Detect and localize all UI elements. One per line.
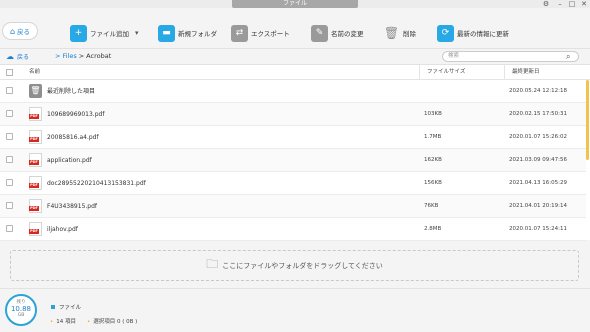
- back-label: 戻る: [17, 28, 31, 36]
- file-size: 1.7MB: [424, 134, 442, 140]
- back-button[interactable]: ⌂ 戻る: [2, 22, 38, 40]
- table-row[interactable]: PDF 109689969013.pdf 103KB 2020.02.15 17:50…: [0, 103, 586, 126]
- storage-gauge: 残り 10.88 GB: [5, 294, 37, 326]
- item-count-text: 14 項目: [56, 319, 76, 325]
- file-size: 162KB: [424, 157, 442, 163]
- refresh-icon: ⟳: [437, 24, 454, 42]
- delete-label: 削除: [403, 30, 416, 38]
- selection-count-text: 選択項目 0 ( 0B ): [93, 319, 138, 325]
- breadcrumb-root[interactable]: Files: [62, 52, 76, 60]
- row-checkbox[interactable]: [6, 87, 13, 94]
- rename-button[interactable]: ✎ 名前の変更: [311, 22, 364, 44]
- home-icon: ⌂: [9, 26, 16, 36]
- file-name: application.pdf: [47, 157, 92, 164]
- pdf-icon: PDF: [29, 153, 42, 167]
- legend-label: ファイル: [59, 305, 82, 311]
- storage-unit: GB: [17, 313, 25, 318]
- storage-value: 10.88: [10, 305, 32, 313]
- file-size: 156KB: [424, 180, 442, 186]
- file-size: 2.8MB: [424, 226, 442, 232]
- delete-button[interactable]: 🗑 削除: [383, 22, 416, 44]
- header-size[interactable]: ファイルサイズ: [427, 65, 465, 80]
- export-icon: ⇄: [231, 24, 248, 42]
- row-checkbox[interactable]: [6, 133, 13, 140]
- row-checkbox[interactable]: [6, 179, 13, 186]
- settings-icon[interactable]: ⚙: [540, 0, 552, 8]
- file-size: 76KB: [424, 203, 439, 209]
- cloud-icon: ☁: [6, 51, 14, 61]
- status-bar: [0, 288, 590, 332]
- file-name: 109689969013.pdf: [47, 111, 105, 118]
- drop-zone-text: ここにファイルやフォルダをドラッグしてください: [222, 261, 383, 270]
- table-row[interactable]: PDF iljahov.pdf 2.8MB 2020.01.07 15:24:11: [0, 218, 586, 241]
- add-file-icon: +: [70, 24, 87, 42]
- header-name[interactable]: 名前: [29, 65, 40, 80]
- nav-back-button[interactable]: ☁ 戻る: [6, 50, 29, 62]
- table-row[interactable]: PDF 20085816.a4.pdf 1.7MB 2020.01.07 15:26:…: [0, 126, 586, 149]
- nav-back-label: 戻る: [17, 53, 30, 61]
- table-row[interactable]: 🗑 最近削除した項目 2020.05.24 12:12:18: [0, 80, 586, 103]
- maximize-button[interactable]: □: [566, 0, 578, 8]
- chevron-down-icon[interactable]: ▾: [135, 29, 139, 37]
- breadcrumb-separator: >: [78, 52, 85, 60]
- column-divider: [504, 65, 505, 80]
- add-file-label: ファイル追加: [90, 30, 129, 38]
- legend-swatch: [51, 305, 55, 309]
- file-date: 2020.01.07 15:24:11: [509, 226, 567, 232]
- file-name: iljahov.pdf: [47, 226, 78, 233]
- column-divider: [419, 65, 420, 80]
- scrollbar[interactable]: [586, 80, 589, 160]
- export-label: エクスポート: [251, 30, 290, 38]
- row-checkbox[interactable]: [6, 156, 13, 163]
- file-date: 2021.03.09 09:47:56: [509, 157, 567, 163]
- breadcrumb-separator: >: [55, 52, 61, 60]
- new-folder-icon: ▬: [158, 24, 175, 42]
- file-name: 20085816.a4.pdf: [47, 134, 99, 141]
- pdf-icon: PDF: [29, 222, 42, 236]
- add-file-button[interactable]: + ファイル追加 ▾: [70, 22, 139, 44]
- table-header: 名前 ファイルサイズ 最終更新日: [0, 65, 590, 80]
- breadcrumb-current: Acrobat: [86, 52, 112, 60]
- file-date: 2020.02.15 17:50:31: [509, 111, 567, 117]
- file-name: F4U3438915.pdf: [47, 203, 98, 210]
- select-all-checkbox[interactable]: [6, 69, 13, 76]
- file-date: 2021.04.13 16:05:29: [509, 180, 567, 186]
- pdf-icon: PDF: [29, 199, 42, 213]
- item-count: • 14 項目: [50, 319, 76, 325]
- trash-icon: 🗑: [29, 84, 42, 98]
- refresh-label: 最新の情報に更新: [457, 30, 509, 38]
- refresh-button[interactable]: ⟳ 最新の情報に更新: [437, 22, 509, 44]
- drop-zone[interactable]: 🗀 ここにファイルやフォルダをドラッグしてください: [10, 250, 579, 281]
- header-date[interactable]: 最終更新日: [512, 65, 540, 80]
- trash-icon: 🗑: [383, 26, 400, 40]
- export-button[interactable]: ⇄ エクスポート: [231, 22, 290, 44]
- file-name: doc28955220210413153831.pdf: [47, 180, 146, 187]
- close-button[interactable]: ✕: [578, 0, 590, 8]
- file-date: 2020.05.24 12:12:18: [509, 88, 567, 94]
- pdf-icon: PDF: [29, 130, 42, 144]
- file-date: 2020.01.07 15:26:02: [509, 134, 567, 140]
- row-checkbox[interactable]: [6, 202, 13, 209]
- selection-count: • 選択項目 0 ( 0B ): [87, 319, 138, 325]
- file-name: 最近削除した項目: [47, 88, 96, 95]
- row-checkbox[interactable]: [6, 110, 13, 117]
- new-folder-label: 新規フォルダ: [178, 30, 217, 38]
- table-row[interactable]: PDF doc28955220210413153831.pdf 156KB 2021.…: [0, 172, 586, 195]
- minimize-button[interactable]: –: [554, 0, 566, 8]
- new-folder-button[interactable]: ▬ 新規フォルダ: [158, 22, 217, 44]
- pdf-icon: PDF: [29, 107, 42, 121]
- table-row[interactable]: PDF application.pdf 162KB 2021.03.09 09:47:…: [0, 149, 586, 172]
- file-date: 2021.04.01 20:19:14: [509, 203, 567, 209]
- search-input[interactable]: 検索: [442, 51, 579, 62]
- folder-icon: 🗀: [206, 257, 219, 271]
- rename-icon: ✎: [311, 24, 328, 42]
- breadcrumb: > Files > Acrobat: [55, 50, 111, 62]
- row-checkbox[interactable]: [6, 225, 13, 232]
- table-row[interactable]: PDF F4U3438915.pdf 76KB 2021.04.01 20:19:14: [0, 195, 586, 218]
- rename-label: 名前の変更: [331, 30, 364, 38]
- window-title: ファイル: [232, 0, 358, 8]
- pdf-icon: PDF: [29, 176, 42, 190]
- file-size: 103KB: [424, 111, 442, 117]
- search-icon[interactable]: ⌕: [566, 51, 570, 62]
